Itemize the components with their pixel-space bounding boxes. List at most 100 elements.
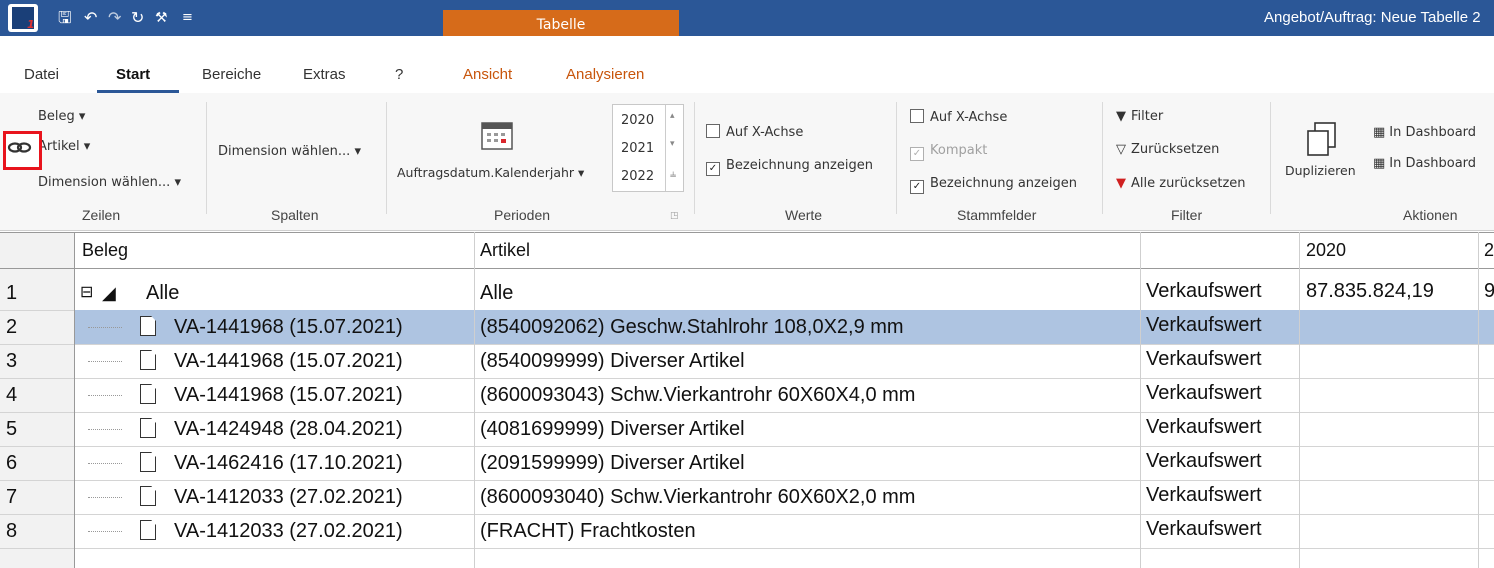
menu-start[interactable]: Start <box>116 66 150 83</box>
value-cell-2020[interactable]: 87.835.824,19 <box>1306 276 1434 310</box>
column-header-2021[interactable]: 2 <box>1484 232 1494 268</box>
link-icon <box>7 142 32 153</box>
value-cell-2021[interactable]: 9 <box>1484 276 1494 310</box>
zeilen-dimension-dropdown[interactable]: Dimension wählen... ▾ <box>38 175 181 190</box>
checkbox-checked[interactable]: ✓ <box>706 162 720 176</box>
artikel-cell[interactable]: (4081699999) Diverser Artikel <box>480 412 745 446</box>
wert-cell[interactable]: Verkaufswert <box>1146 412 1262 446</box>
year-item[interactable]: 2021 <box>621 141 654 156</box>
column-header-beleg[interactable]: Beleg <box>82 232 128 268</box>
table-row[interactable]: 3 VA-1441968 (15.07.2021) (8540099999) Div… <box>0 344 1494 378</box>
year-item[interactable]: 2020 <box>621 113 654 128</box>
row-number[interactable]: 2 <box>6 310 17 344</box>
scroll-down-icon[interactable]: ▾ <box>670 139 675 149</box>
menu-analysieren[interactable]: Analysieren <box>566 66 644 83</box>
spalten-dimension-dropdown[interactable]: Dimension wählen... ▾ <box>218 144 361 159</box>
checkbox-checked[interactable]: ✓ <box>910 180 924 194</box>
artikel-cell[interactable]: (8600093040) Schw.Vierkantrohr 60X60X2,0… <box>480 480 915 514</box>
year-item[interactable]: 2022 <box>621 169 654 184</box>
duplizieren-button[interactable]: Duplizieren <box>1285 163 1356 178</box>
werte-bezeichnung-checkbox[interactable]: ✓ Bezeichnung anzeigen <box>706 158 873 176</box>
title-bar: 1 🖫 ↶ ↷ ↻ ⚒ ≡ Tabelle Angebot/Auftrag: N… <box>0 0 1494 36</box>
redo-icon[interactable]: ↷ <box>108 8 121 28</box>
wert-cell[interactable]: Verkaufswert <box>1146 514 1262 548</box>
calendar-icon[interactable] <box>481 119 513 151</box>
wert-cell[interactable]: Verkaufswert <box>1146 344 1262 378</box>
werte-x-achse-checkbox[interactable]: Auf X-Achse <box>706 124 803 140</box>
save-icon[interactable]: 🖫 <box>58 8 72 28</box>
customize-qat-icon[interactable]: ≡ <box>182 8 193 28</box>
expand-list-icon[interactable]: ⫨ <box>670 167 676 181</box>
year-scrollbar[interactable] <box>665 105 666 191</box>
row-number[interactable]: 7 <box>6 480 17 514</box>
wert-cell[interactable]: Verkaufswert <box>1146 378 1262 412</box>
artikel-cell[interactable]: (FRACHT) Frachtkosten <box>480 514 696 548</box>
row-number[interactable]: 3 <box>6 344 17 378</box>
row-number[interactable]: 5 <box>6 412 17 446</box>
table-row[interactable]: 5 VA-1424948 (28.04.2021) (4081699999) Div… <box>0 412 1494 446</box>
wert-cell[interactable]: Verkaufswert <box>1146 310 1262 344</box>
tree-line <box>88 395 122 397</box>
perioden-field-dropdown[interactable]: Auftragsdatum.Kalenderjahr ▾ <box>397 165 584 180</box>
row-number[interactable]: 6 <box>6 446 17 480</box>
row-number[interactable]: 8 <box>6 514 17 548</box>
checkbox-unchecked[interactable] <box>910 109 924 123</box>
stammfelder-x-achse-checkbox[interactable]: Auf X-Achse <box>910 109 1007 125</box>
menu-extras[interactable]: Extras <box>303 66 346 83</box>
table-row[interactable]: 6 VA-1462416 (17.10.2021) (2091599999) Div… <box>0 446 1494 480</box>
refresh-icon[interactable]: ↻ <box>131 8 144 28</box>
in-dashboard-button-1[interactable]: ▦ In Dashboard <box>1373 125 1476 140</box>
beleg-cell[interactable]: VA-1412033 (27.02.2021) <box>174 514 403 548</box>
beleg-cell[interactable]: VA-1441968 (15.07.2021) <box>174 378 403 412</box>
table-row[interactable]: 2 VA-1441968 (15.07.2021) (8540092062) Ges… <box>0 310 1494 344</box>
collapse-icon[interactable]: ⊟ <box>80 276 93 310</box>
row-number[interactable]: 1 <box>6 276 17 310</box>
beleg-cell[interactable]: VA-1441968 (15.07.2021) <box>174 344 403 378</box>
table-row[interactable]: 4 VA-1441968 (15.07.2021) (8600093043) Sch… <box>0 378 1494 412</box>
filter-button[interactable]: ▼ Filter <box>1116 109 1163 124</box>
beleg-cell[interactable]: Alle <box>146 276 179 310</box>
artikel-cell[interactable]: Alle <box>480 276 513 310</box>
year-list[interactable]: 2020 2021 2022 ▴ ▾ ⫨ <box>612 104 684 192</box>
beleg-cell[interactable]: VA-1462416 (17.10.2021) <box>174 446 403 480</box>
row-number[interactable]: 4 <box>6 378 17 412</box>
checkbox-unchecked[interactable] <box>706 124 720 138</box>
link-rows-button[interactable] <box>3 131 42 170</box>
menu-help[interactable]: ? <box>395 66 403 83</box>
table-row[interactable]: 8 VA-1412033 (27.02.2021) (FRACHT) Frachtk… <box>0 514 1494 548</box>
dialog-launcher-icon[interactable]: ◳ <box>670 211 679 221</box>
tree-line <box>88 361 122 363</box>
app-logo[interactable]: 1 <box>8 4 38 32</box>
column-header-artikel[interactable]: Artikel <box>480 232 530 268</box>
table-row[interactable]: 1 ⊟ ◢ Alle Alle Verkaufswert 87.835.824,19 9 <box>0 276 1494 310</box>
wert-cell[interactable]: Verkaufswert <box>1146 276 1262 310</box>
menu-datei[interactable]: Datei <box>24 66 59 83</box>
separator <box>1270 102 1271 214</box>
duplicate-icon[interactable] <box>1305 121 1339 157</box>
artikel-dropdown[interactable]: Artikel ▾ <box>38 139 90 154</box>
tools-icon[interactable]: ⚒ <box>155 8 168 28</box>
beleg-dropdown[interactable]: Beleg ▾ <box>38 109 85 124</box>
beleg-cell[interactable]: VA-1412033 (27.02.2021) <box>174 480 403 514</box>
wert-cell[interactable]: Verkaufswert <box>1146 480 1262 514</box>
zuruecksetzen-button[interactable]: ▽ Zurücksetzen <box>1116 142 1219 157</box>
wert-cell[interactable]: Verkaufswert <box>1146 446 1262 480</box>
tree-line <box>88 429 122 431</box>
column-header-2020[interactable]: 2020 <box>1306 232 1346 268</box>
undo-icon[interactable]: ↶ <box>84 8 97 28</box>
menu-bereiche[interactable]: Bereiche <box>202 66 261 83</box>
stammfelder-bezeichnung-checkbox[interactable]: ✓ Bezeichnung anzeigen <box>910 176 1077 194</box>
artikel-cell[interactable]: (8600093043) Schw.Vierkantrohr 60X60X4,0… <box>480 378 915 412</box>
in-dashboard-button-2[interactable]: ▦ In Dashboard <box>1373 156 1476 171</box>
artikel-cell[interactable]: (8540099999) Diverser Artikel <box>480 344 745 378</box>
table-row[interactable]: 7 VA-1412033 (27.02.2021) (8600093040) Sch… <box>0 480 1494 514</box>
beleg-cell[interactable]: VA-1424948 (28.04.2021) <box>174 412 403 446</box>
alle-zuruecksetzen-button[interactable]: ▼ Alle zurücksetzen <box>1116 176 1246 191</box>
artikel-cell[interactable]: (2091599999) Diverser Artikel <box>480 446 745 480</box>
separator <box>896 102 897 214</box>
menu-ansicht[interactable]: Ansicht <box>463 66 512 83</box>
scroll-up-icon[interactable]: ▴ <box>670 111 675 121</box>
artikel-cell[interactable]: (8540092062) Geschw.Stahlrohr 108,0X2,9 … <box>480 310 904 344</box>
context-tab-tabelle[interactable]: Tabelle <box>443 10 679 36</box>
beleg-cell[interactable]: VA-1441968 (15.07.2021) <box>174 310 403 344</box>
